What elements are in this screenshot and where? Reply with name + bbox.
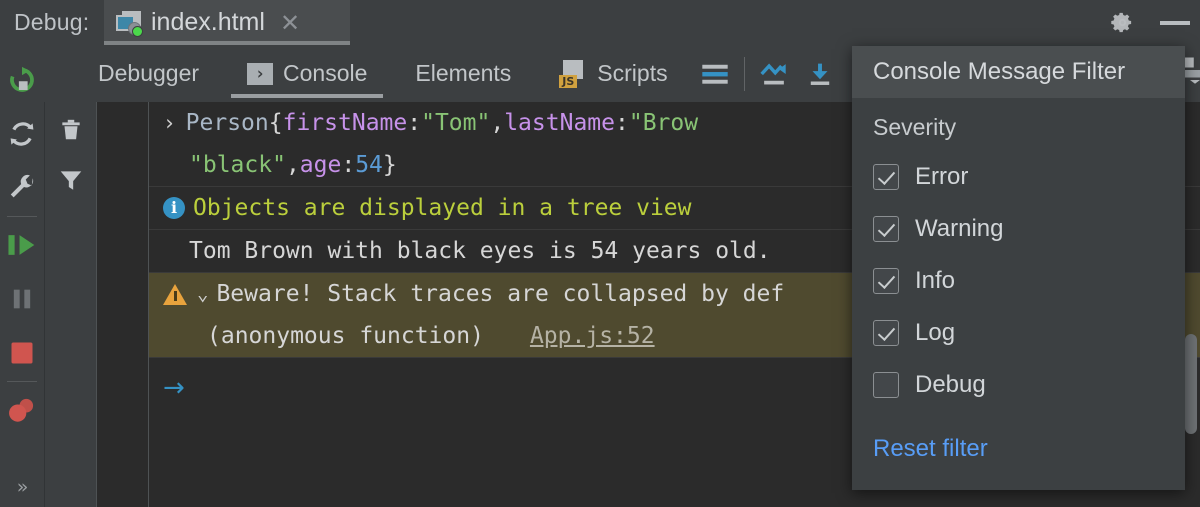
close-icon[interactable]: ✕ — [280, 11, 300, 35]
rerun-button[interactable] — [0, 53, 44, 107]
console-gutter — [97, 102, 149, 507]
object-comma-1: , — [490, 102, 504, 144]
console-side-toolbar — [44, 45, 96, 507]
filter-option-debug-label: Debug — [915, 371, 986, 399]
step-out-button[interactable] — [751, 51, 797, 97]
window-controls — [1111, 0, 1200, 45]
filter-section-severity: Severity — [852, 98, 1185, 151]
clear-console-button[interactable] — [50, 109, 92, 151]
checkbox-debug[interactable] — [873, 372, 899, 398]
file-tab-label: index.html — [151, 8, 265, 37]
step-into-button[interactable] — [797, 51, 843, 97]
object-brace-open: { — [269, 102, 283, 144]
debug-tool-window: Debug: index.html ✕ — [0, 0, 1200, 507]
tab-debugger-label: Debugger — [98, 60, 199, 87]
resume-program-button[interactable] — [0, 218, 44, 272]
console-info-text: Objects are displayed in a tree view — [193, 187, 692, 229]
object-key-firstname: firstName — [283, 102, 408, 144]
object-key-lastname: lastName — [504, 102, 615, 144]
minimize-icon[interactable] — [1160, 21, 1190, 25]
console-vertical-scrollbar[interactable] — [1185, 334, 1197, 434]
tab-elements[interactable]: Elements — [391, 45, 535, 102]
filter-option-error[interactable]: Error — [852, 151, 1185, 203]
chevron-down-icon[interactable]: ⌄ — [197, 273, 208, 315]
tab-elements-label: Elements — [415, 60, 511, 87]
object-class-name: Person — [186, 102, 269, 144]
toolbar-separator-3 — [744, 57, 745, 91]
funnel-icon[interactable] — [50, 159, 92, 201]
run-toolbar: » — [0, 45, 44, 507]
tab-console-label: Console — [283, 60, 367, 87]
console-log-text: Tom Brown with black eyes is 54 years ol… — [189, 230, 771, 272]
object-value-firstname: "Tom" — [421, 102, 490, 144]
view-breakpoints-button[interactable] — [0, 383, 44, 437]
step-over-button[interactable] — [692, 51, 738, 97]
object-value-lastname: "Brow — [629, 102, 698, 144]
js-file-icon: JS — [559, 60, 587, 88]
tab-scripts[interactable]: JS Scripts — [535, 45, 691, 102]
debug-label: Debug: — [14, 9, 89, 36]
more-actions-button[interactable]: » — [17, 476, 28, 498]
console-prompt-icon: › — [247, 63, 273, 85]
wrench-icon[interactable] — [0, 161, 44, 215]
checkbox-info[interactable] — [873, 268, 899, 294]
settings-panel-icon[interactable] — [1185, 56, 1200, 86]
file-tab-index-html[interactable]: index.html ✕ — [104, 0, 350, 45]
object-comma-2: , — [286, 144, 300, 186]
object-value-eyes: "black" — [189, 144, 286, 186]
object-key-age: age — [300, 144, 342, 186]
filter-option-info-label: Info — [915, 267, 955, 295]
object-colon-3: : — [341, 144, 355, 186]
pause-program-button[interactable] — [0, 272, 44, 326]
filter-popup-title: Console Message Filter — [852, 46, 1185, 98]
object-brace-close: } — [383, 144, 397, 186]
filter-option-warning-label: Warning — [915, 215, 1003, 243]
prompt-arrow-icon: → — [163, 373, 185, 403]
toolbar-separator-2 — [7, 381, 37, 382]
filter-option-warning[interactable]: Warning — [852, 203, 1185, 255]
object-colon-1: : — [407, 102, 421, 144]
object-colon-2: : — [615, 102, 629, 144]
stack-frame-link[interactable]: App.js:52 — [530, 315, 655, 357]
toolbar-separator — [7, 216, 37, 217]
object-value-age: 54 — [355, 144, 383, 186]
tab-debugger[interactable]: Debugger — [74, 45, 223, 102]
filter-option-log-label: Log — [915, 319, 955, 347]
chevron-right-icon[interactable]: › — [163, 102, 176, 144]
browser-window-running-icon — [116, 11, 142, 35]
tab-console[interactable]: › Console — [223, 45, 391, 102]
reset-filter-link[interactable]: Reset filter — [852, 411, 1185, 463]
filter-option-info[interactable]: Info — [852, 255, 1185, 307]
warning-icon — [163, 284, 187, 305]
title-bar: Debug: index.html ✕ — [0, 0, 1200, 45]
reload-page-button[interactable] — [0, 107, 44, 161]
console-message-filter-popup: Console Message Filter Severity Error Wa… — [852, 46, 1185, 490]
stack-frame-label: (anonymous function) — [207, 315, 484, 357]
filter-option-log[interactable]: Log — [852, 307, 1185, 359]
console-warning-text: Beware! Stack traces are collapsed by de… — [216, 273, 784, 315]
checkbox-error[interactable] — [873, 164, 899, 190]
tab-scripts-label: Scripts — [597, 60, 667, 87]
checkbox-warning[interactable] — [873, 216, 899, 242]
info-icon: i — [163, 197, 185, 219]
stop-button[interactable] — [0, 326, 44, 380]
filter-option-error-label: Error — [915, 163, 968, 191]
gear-icon[interactable] — [1111, 11, 1134, 34]
filter-option-debug[interactable]: Debug — [852, 359, 1185, 411]
checkbox-log[interactable] — [873, 320, 899, 346]
